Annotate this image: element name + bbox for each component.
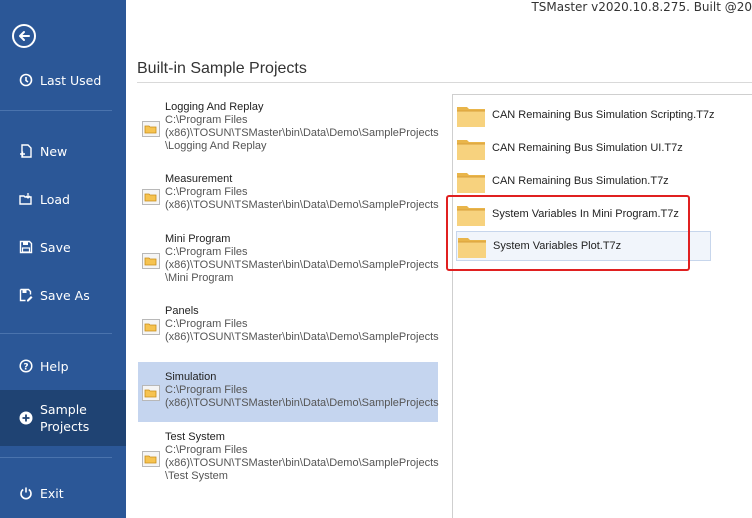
sidebar: Last Used New Load Save Save As ? Help S…	[0, 0, 126, 518]
sidebar-divider	[0, 457, 112, 458]
category-item-test-system[interactable]: Test System C:\Program Files (x86)\TOSUN…	[138, 431, 439, 491]
page-title: Built-in Sample Projects	[137, 60, 307, 77]
file-name: CAN Remaining Bus Simulation UI.T7z	[492, 142, 683, 154]
sidebar-item-help[interactable]: ? Help	[0, 356, 126, 376]
category-item-measurement[interactable]: Measurement C:\Program Files (x86)\TOSUN…	[138, 173, 439, 221]
history-icon	[18, 72, 34, 88]
help-icon: ?	[18, 358, 34, 374]
category-name: Logging And Replay	[165, 101, 264, 113]
sidebar-item-last-used[interactable]: Last Used	[0, 70, 126, 90]
load-folder-icon	[18, 191, 34, 207]
sidebar-divider	[0, 110, 112, 111]
category-path: C:\Program Files (x86)\TOSUN\TSMaster\bi…	[165, 246, 439, 284]
category-name: Simulation	[165, 371, 217, 383]
folder-icon	[142, 319, 160, 335]
highlight-annotation-box	[446, 195, 690, 271]
folder-icon	[142, 121, 160, 137]
svg-text:?: ?	[23, 363, 28, 373]
folder-icon	[457, 107, 485, 127]
sidebar-item-save-as[interactable]: Save As	[0, 285, 126, 305]
category-item-simulation[interactable]: Simulation C:\Program Files (x86)\TOSUN\…	[138, 362, 439, 422]
category-item-panels[interactable]: Panels C:\Program Files (x86)\TOSUN\TSMa…	[138, 305, 439, 353]
save-disk-icon	[18, 239, 34, 255]
power-icon	[18, 485, 34, 501]
sidebar-item-load[interactable]: Load	[0, 189, 126, 209]
category-path: C:\Program Files (x86)\TOSUN\TSMaster\bi…	[165, 444, 439, 482]
folder-icon	[142, 385, 160, 401]
sidebar-item-label: New	[40, 143, 68, 159]
folder-icon	[142, 451, 160, 467]
sidebar-item-sample-projects[interactable]: Sample Projects	[0, 390, 126, 446]
category-path: C:\Program Files (x86)\TOSUN\TSMaster\bi…	[165, 318, 439, 343]
sidebar-item-label: Last Used	[40, 72, 102, 88]
new-file-icon	[18, 143, 34, 159]
sidebar-item-label: Sample Projects	[40, 402, 90, 434]
save-as-icon	[18, 287, 34, 303]
category-item-logging-and-replay[interactable]: Logging And Replay C:\Program Files (x86…	[138, 101, 439, 161]
sidebar-item-label: Help	[40, 358, 69, 374]
app-title: TSMaster v2020.10.8.275. Built @20	[531, 0, 752, 14]
sidebar-item-exit[interactable]: Exit	[0, 483, 126, 503]
sidebar-item-label: Save	[40, 239, 71, 255]
sidebar-item-new[interactable]: New	[0, 141, 126, 161]
category-path: C:\Program Files (x86)\TOSUN\TSMaster\bi…	[165, 186, 439, 211]
folder-icon	[142, 253, 160, 269]
category-path: C:\Program Files (x86)\TOSUN\TSMaster\bi…	[165, 114, 439, 152]
folder-icon	[142, 189, 160, 205]
file-item[interactable]: CAN Remaining Bus Simulation UI.T7z	[456, 133, 711, 163]
category-item-mini-program[interactable]: Mini Program C:\Program Files (x86)\TOSU…	[138, 233, 439, 293]
title-divider	[137, 82, 752, 83]
category-name: Panels	[165, 305, 199, 317]
plus-circle-icon	[18, 410, 34, 426]
back-arrow-icon[interactable]	[12, 24, 36, 48]
file-name: CAN Remaining Bus Simulation Scripting.T…	[492, 109, 715, 121]
sidebar-item-save[interactable]: Save	[0, 237, 126, 257]
file-item[interactable]: CAN Remaining Bus Simulation.T7z	[456, 166, 711, 196]
folder-icon	[457, 173, 485, 193]
sidebar-item-label: Load	[40, 191, 70, 207]
sidebar-divider	[0, 333, 112, 334]
category-name: Test System	[165, 431, 225, 443]
file-item[interactable]: CAN Remaining Bus Simulation Scripting.T…	[456, 100, 715, 130]
category-name: Measurement	[165, 173, 233, 185]
file-name: CAN Remaining Bus Simulation.T7z	[492, 175, 669, 187]
file-list-panel: CAN Remaining Bus Simulation Scripting.T…	[452, 94, 752, 518]
folder-icon	[457, 140, 485, 160]
category-name: Mini Program	[165, 233, 231, 245]
sidebar-item-label: Exit	[40, 485, 64, 501]
sidebar-item-label: Save As	[40, 287, 90, 303]
category-path: C:\Program Files (x86)\TOSUN\TSMaster\bi…	[165, 384, 439, 409]
